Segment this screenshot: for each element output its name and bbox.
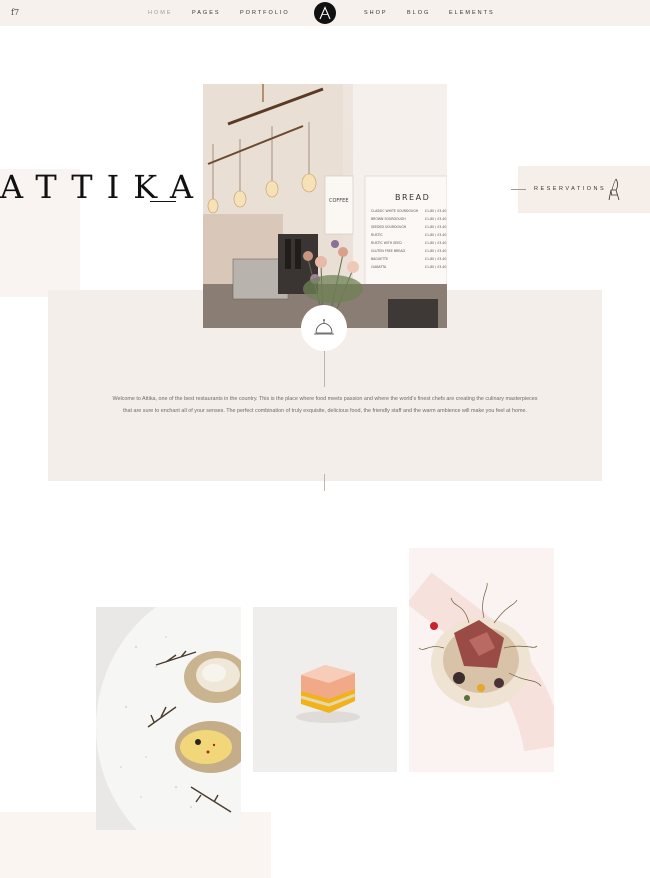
menu-item: SEEDED SOURDOUGH bbox=[371, 225, 407, 229]
coffee-sign-text: COFFEE bbox=[329, 198, 349, 204]
menu-price: £1.80 / £3.40 bbox=[425, 265, 446, 269]
nav-elements[interactable]: ELEMENTS bbox=[449, 10, 495, 16]
menu-price: £1.80 / £3.40 bbox=[425, 257, 446, 261]
brand-underline bbox=[150, 201, 176, 202]
intro-text: Welcome to Attika, one of the best resta… bbox=[112, 396, 538, 414]
menu-price: £1.80 / £3.40 bbox=[425, 241, 446, 245]
menu-price: £1.80 / £3.40 bbox=[425, 217, 446, 221]
brand-wordmark: ATTIKA bbox=[0, 168, 207, 206]
hero-cafe-image: COFFEE BREAD CLASSIC WHITE SOURDOUGH BRO… bbox=[203, 84, 447, 328]
menu-item: RUSTIC bbox=[371, 233, 383, 237]
logo-icon bbox=[319, 6, 331, 20]
cloche-badge bbox=[301, 305, 347, 351]
reservations-line bbox=[511, 189, 526, 190]
menu-item: CIABATTA bbox=[371, 265, 387, 269]
divider-line-top bbox=[324, 351, 325, 387]
nav-pages[interactable]: PAGES bbox=[192, 10, 221, 16]
menu-price: £1.80 / £3.40 bbox=[425, 233, 446, 237]
menu-price: £1.80 / £3.40 bbox=[425, 225, 446, 229]
logo-badge[interactable] bbox=[314, 2, 336, 24]
nav-home[interactable]: HOME bbox=[148, 10, 173, 16]
menu-price: £1.80 / £3.40 bbox=[425, 209, 446, 213]
menu-item: BROWN SOURDOUGH bbox=[371, 217, 406, 221]
menu-price: £1.80 / £3.40 bbox=[425, 249, 446, 253]
nav-portfolio[interactable]: PORTFOLIO bbox=[240, 10, 290, 16]
nav-blog[interactable]: BLOG bbox=[407, 10, 430, 16]
reservations-label[interactable]: RESERVATIONS bbox=[534, 186, 606, 192]
menu-heading: BREAD bbox=[395, 193, 430, 202]
food-image-dessert bbox=[253, 607, 397, 772]
menu-item: CLASSIC WHITE SOURDOUGH bbox=[371, 209, 419, 213]
social-icon[interactable]: f7 bbox=[11, 8, 19, 17]
menu-item: BAGUETTE bbox=[371, 257, 388, 261]
nav-shop[interactable]: SHOP bbox=[364, 10, 388, 16]
chair-icon bbox=[608, 178, 620, 201]
divider-line-bottom bbox=[324, 474, 325, 491]
food-image-oysters bbox=[96, 607, 241, 830]
menu-item: GLUTEN FREE BREAD bbox=[371, 249, 405, 253]
food-image-plated-dish bbox=[409, 548, 554, 772]
cloche-icon bbox=[314, 319, 334, 335]
menu-item: RUSTIC WITH SEED bbox=[371, 241, 402, 245]
